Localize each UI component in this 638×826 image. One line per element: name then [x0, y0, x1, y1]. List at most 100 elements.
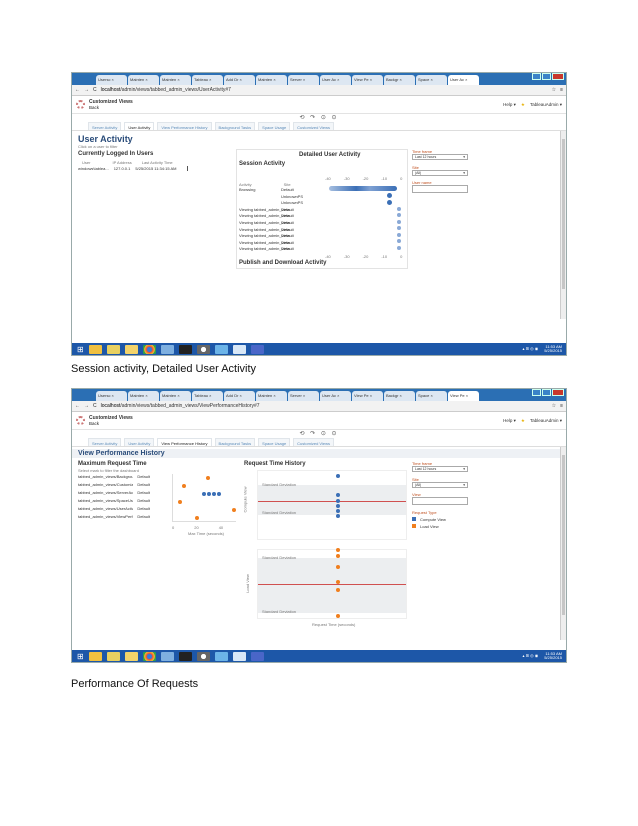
browser-tab[interactable]: View Pe ×	[352, 391, 383, 401]
session-row[interactable]: Viewing tabbed_admin_view... Default	[239, 207, 407, 214]
scrollbar[interactable]	[560, 131, 566, 319]
browser-tab[interactable]: Backgr ×	[384, 75, 415, 85]
file-manager-icon[interactable]	[88, 344, 102, 354]
tab-server-activity[interactable]: Server Activity	[88, 438, 122, 446]
time-frame-select[interactable]: Last 12 hours ▾	[412, 154, 468, 160]
folder-icon[interactable]	[124, 344, 138, 354]
browser-tab[interactable]: Mainten ×	[128, 75, 159, 85]
minimize-icon[interactable]	[532, 389, 541, 396]
tab-view-performance-history[interactable]: View Performance History	[157, 122, 212, 130]
windows-start-icon[interactable]: ⊞	[77, 652, 84, 661]
forward-icon[interactable]: →	[84, 403, 89, 409]
url-field[interactable]: localhost/admin/views/tabbed_admin_views…	[101, 87, 548, 93]
max-mark[interactable]	[217, 492, 221, 496]
session-mark[interactable]	[387, 200, 392, 205]
scrollbar[interactable]	[560, 447, 566, 640]
time-frame-select[interactable]: Last 12 hours ▾	[412, 466, 468, 472]
load-mark[interactable]	[336, 565, 340, 569]
table-row[interactable]: windows\tablea... 127.0.0.1 5/25/2015 11…	[78, 166, 189, 171]
back-link[interactable]: Back	[89, 105, 133, 111]
browser-tab[interactable]: Server ×	[288, 391, 319, 401]
compute-mark[interactable]	[336, 474, 340, 478]
tab-customized-views[interactable]: Customized Views	[293, 438, 334, 446]
compute-mark[interactable]	[336, 509, 340, 513]
legend-item[interactable]: Compute View	[412, 517, 468, 522]
explorer-icon[interactable]	[106, 651, 120, 661]
browser-tab[interactable]: Mainten ×	[256, 75, 287, 85]
browser-tab[interactable]: Space ×	[416, 391, 447, 401]
tab-background-tasks[interactable]: Background Tasks	[214, 438, 256, 446]
help-menu[interactable]: Help ▾	[503, 102, 516, 108]
session-mark[interactable]	[397, 213, 401, 217]
maximize-icon[interactable]	[542, 73, 551, 80]
view-controls[interactable]: ⟲ ↷ ⊙ ⊙	[72, 430, 566, 438]
tab-user-activity[interactable]: User Activity	[124, 122, 155, 130]
session-mark[interactable]	[397, 226, 401, 230]
browser-tab[interactable]: Add Dr ×	[224, 391, 255, 401]
compute-mark[interactable]	[336, 504, 340, 508]
back-link[interactable]: Back	[89, 421, 133, 427]
file-manager-icon[interactable]	[88, 651, 102, 661]
tray-icons[interactable]: ▴ ⊞ ◎ ◉	[523, 653, 539, 659]
max-mark[interactable]	[182, 484, 186, 488]
session-mark[interactable]	[397, 207, 401, 211]
browser-tab[interactable]: Mainten ×	[160, 391, 191, 401]
browser-tab[interactable]: User Ac ×	[320, 391, 351, 401]
browser-tab[interactable]: Mainten ×	[128, 391, 159, 401]
scrollbar-thumb[interactable]	[562, 139, 565, 289]
browser-tab[interactable]: Server ×	[288, 75, 319, 85]
session-row[interactable]: Viewing tabbed_admin_view... Default	[239, 213, 407, 220]
load-mark[interactable]	[336, 588, 340, 592]
session-row[interactable]: Viewing tabbed_admin_view... Default	[239, 240, 407, 247]
load-mark[interactable]	[336, 554, 340, 558]
app-icon[interactable]	[160, 344, 174, 354]
tab-space-usage[interactable]: Space Usage	[258, 122, 291, 130]
user-name-input[interactable]	[412, 185, 468, 193]
tab-customized-views[interactable]: Customized Views	[293, 122, 334, 130]
max-mark[interactable]	[202, 492, 206, 496]
browser-tab-active[interactable]: View Pe ×	[448, 391, 479, 401]
load-mark[interactable]	[336, 580, 340, 584]
browser-tab[interactable]: Usersc ×	[96, 391, 127, 401]
session-band[interactable]	[329, 186, 397, 191]
session-mark[interactable]	[397, 233, 401, 237]
tab-background-tasks[interactable]: Background Tasks	[214, 122, 256, 130]
user-menu[interactable]: TableauAdmin ▾	[530, 102, 562, 108]
max-mark[interactable]	[232, 508, 236, 512]
url-field[interactable]: localhost/admin/views/tabbed_admin_views…	[101, 403, 548, 409]
max-row[interactable]: tabbed_admin_views/UserActivity Default	[78, 506, 150, 514]
chrome-icon[interactable]	[142, 651, 156, 661]
windows-start-icon[interactable]: ⊞	[77, 345, 84, 354]
max-mark[interactable]	[195, 516, 199, 520]
max-row[interactable]: tabbed_admin_views/ViewPerfor... Default	[78, 514, 150, 522]
browser-tab[interactable]: Tableau ×	[192, 75, 223, 85]
max-row[interactable]: tabbed_admin_views/SpaceUsage Default	[78, 498, 150, 506]
close-icon[interactable]	[552, 389, 564, 396]
terminal-icon[interactable]	[178, 651, 192, 661]
clock[interactable]: 11:53 AM 5/25/2015	[544, 651, 562, 661]
reload-icon[interactable]: C	[93, 87, 97, 93]
explorer-icon[interactable]	[106, 344, 120, 354]
view-input[interactable]	[412, 497, 468, 505]
tab-server-activity[interactable]: Server Activity	[88, 122, 122, 130]
back-icon[interactable]: ←	[75, 403, 80, 409]
menu-icon[interactable]: ≡	[560, 403, 563, 409]
ie-icon[interactable]	[214, 344, 228, 354]
chrome-icon[interactable]	[142, 344, 156, 354]
forward-icon[interactable]: →	[84, 87, 89, 93]
maximize-icon[interactable]	[542, 389, 551, 396]
tab-user-activity[interactable]: User Activity	[124, 438, 155, 446]
star-icon[interactable]: ☆	[552, 403, 556, 409]
max-mark[interactable]	[178, 500, 182, 504]
scrollbar-thumb[interactable]	[562, 455, 565, 615]
legend-item[interactable]: Load View	[412, 524, 468, 529]
site-select[interactable]: (All) ▾	[412, 482, 468, 488]
session-mark[interactable]	[387, 193, 392, 198]
session-mark[interactable]	[397, 246, 401, 250]
favorite-icon[interactable]: ★	[521, 418, 525, 424]
browser-tab[interactable]: Space ×	[416, 75, 447, 85]
reload-icon[interactable]: C	[93, 403, 97, 409]
session-row[interactable]: Viewing tabbed_admin_view... Default	[239, 246, 407, 253]
browser-tab[interactable]: Tableau ×	[192, 391, 223, 401]
browser-tab[interactable]: Mainten ×	[256, 391, 287, 401]
